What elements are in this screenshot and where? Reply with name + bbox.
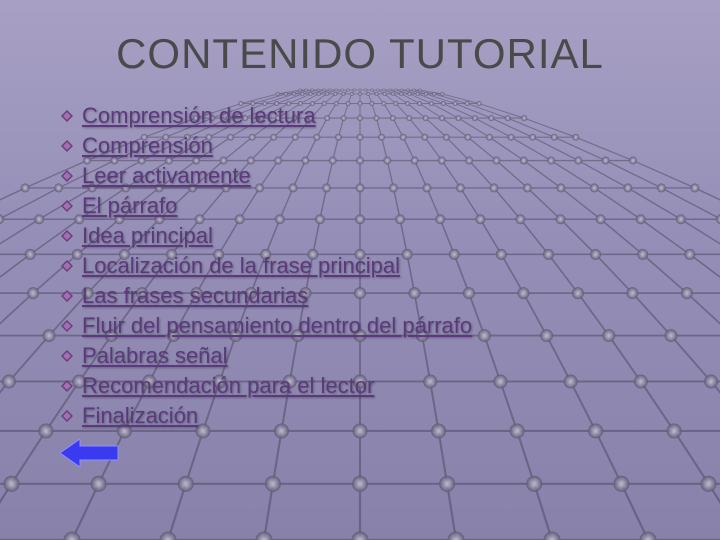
toc-link[interactable]: Palabras señal (82, 343, 228, 369)
diamond-bullet-icon (60, 169, 74, 183)
list-item: Idea principal (60, 223, 680, 249)
list-item: Palabras señal (60, 343, 680, 369)
diamond-bullet-icon (60, 109, 74, 123)
toc-link[interactable]: Localización de la frase principal (82, 253, 400, 279)
diamond-bullet-icon (60, 379, 74, 393)
diamond-bullet-icon (60, 259, 74, 273)
diamond-bullet-icon (60, 139, 74, 153)
list-item: Comprensión de lectura (60, 103, 680, 129)
diamond-bullet-icon (60, 349, 74, 363)
toc-link[interactable]: Las frases secundarias (82, 283, 308, 309)
diamond-bullet-icon (60, 229, 74, 243)
list-item: Fluir del pensamiento dentro del párrafo (60, 313, 680, 339)
list-item: El párrafo (60, 193, 680, 219)
toc-list: Comprensión de lectura Comprensión Leer ac… (40, 103, 680, 429)
toc-link[interactable]: Finalización (82, 403, 198, 429)
toc-link[interactable]: Comprensión (82, 133, 213, 159)
toc-link[interactable]: El párrafo (82, 193, 177, 219)
toc-link[interactable]: Idea principal (82, 223, 213, 249)
diamond-bullet-icon (60, 289, 74, 303)
list-item: Comprensión (60, 133, 680, 159)
toc-link[interactable]: Fluir del pensamiento dentro del párrafo (82, 313, 472, 339)
back-arrow-button[interactable] (60, 439, 120, 467)
diamond-bullet-icon (60, 199, 74, 213)
list-item: Recomendación para el lector (60, 373, 680, 399)
toc-link[interactable]: Leer activamente (82, 163, 251, 189)
diamond-bullet-icon (60, 409, 74, 423)
toc-link[interactable]: Recomendación para el lector (82, 373, 374, 399)
list-item: Leer activamente (60, 163, 680, 189)
list-item: Finalización (60, 403, 680, 429)
toc-link[interactable]: Comprensión de lectura (82, 103, 316, 129)
list-item: Localización de la frase principal (60, 253, 680, 279)
list-item: Las frases secundarias (60, 283, 680, 309)
diamond-bullet-icon (60, 319, 74, 333)
page-title: CONTENIDO TUTORIAL (40, 30, 680, 78)
